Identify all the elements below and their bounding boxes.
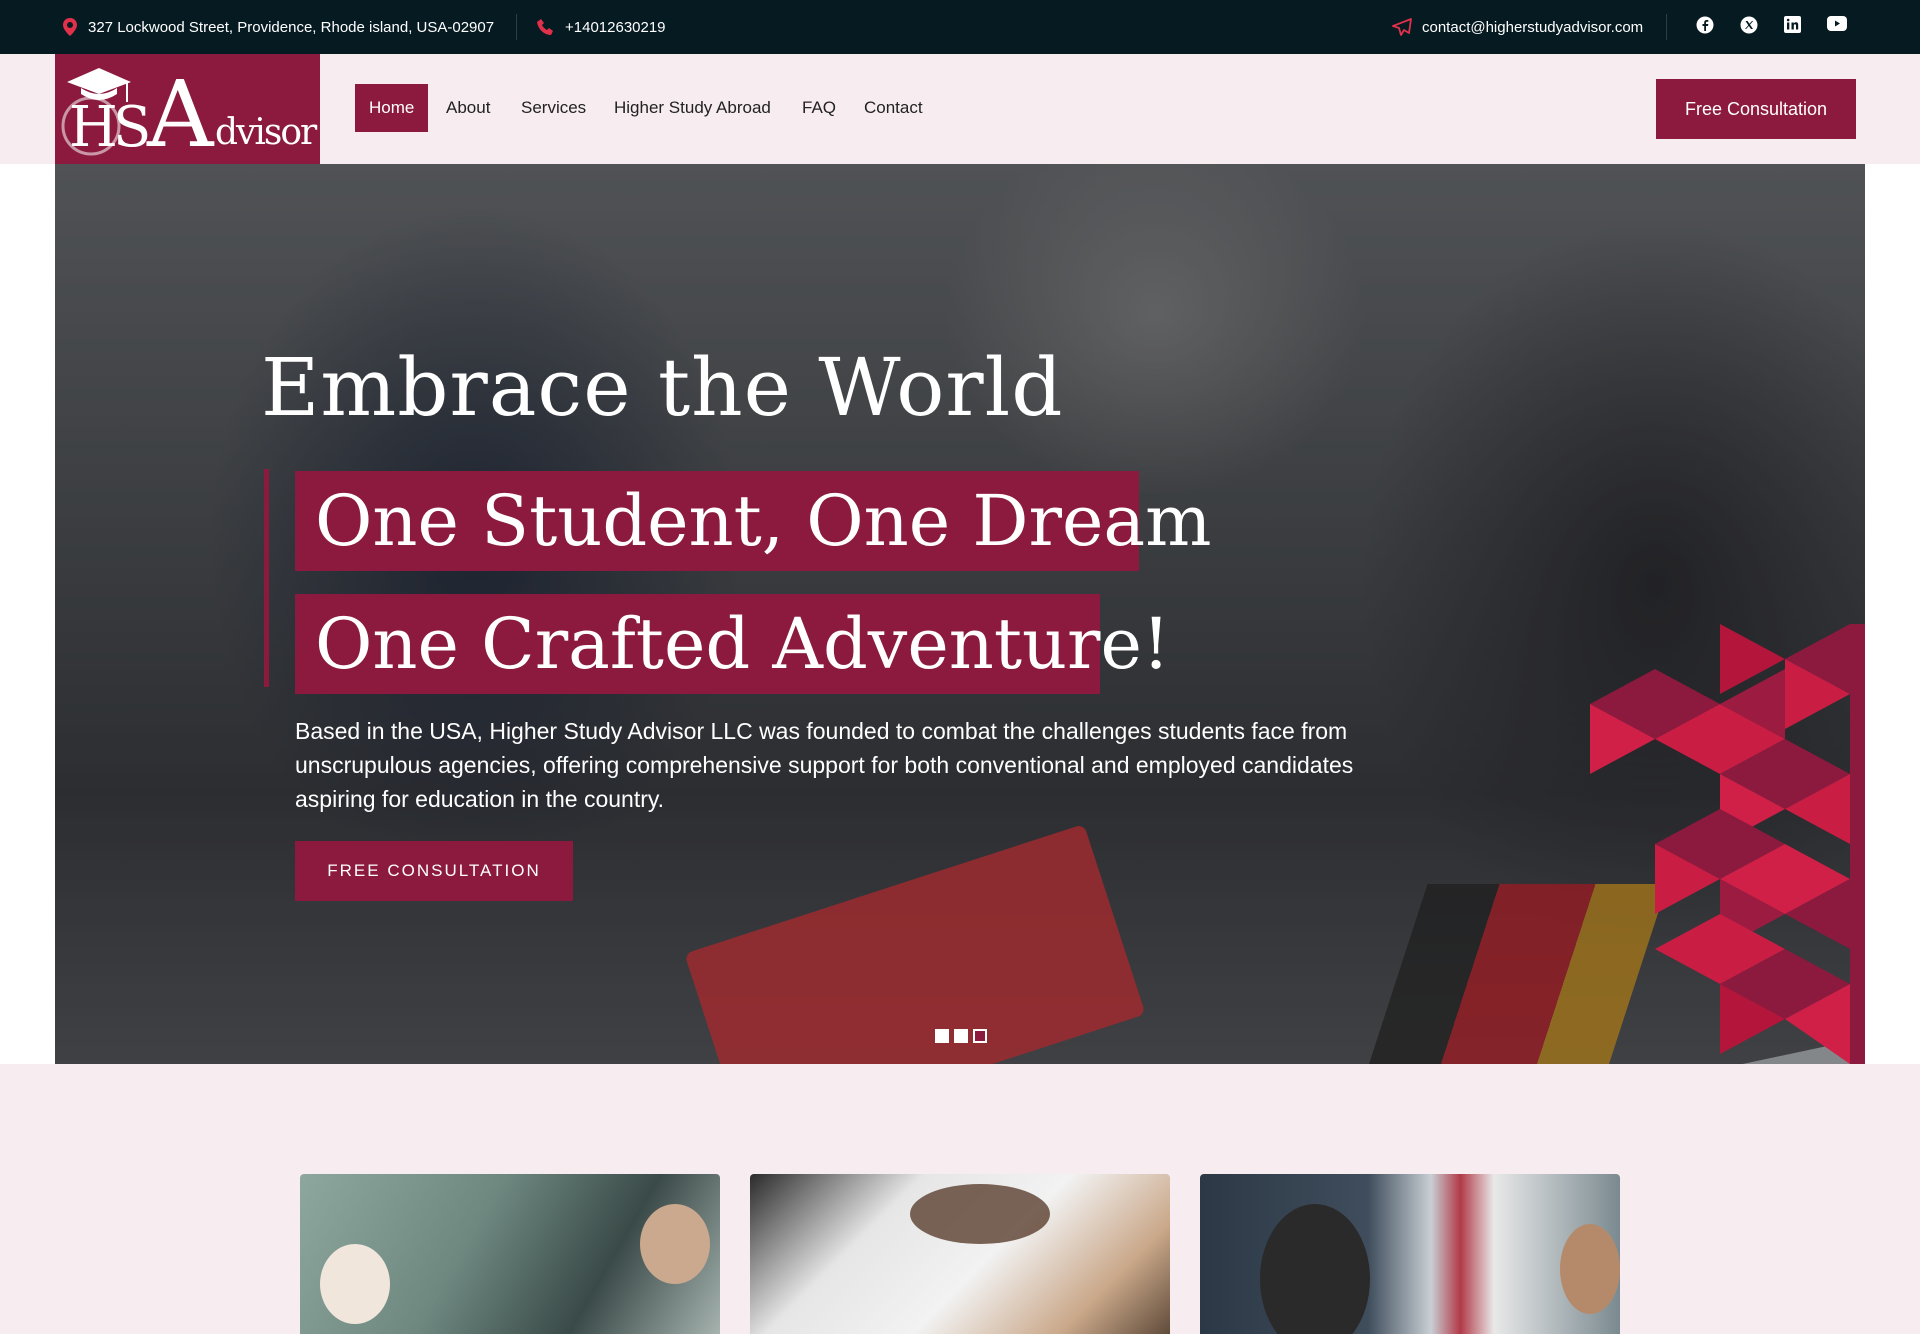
slider-dot-1[interactable] bbox=[935, 1029, 949, 1043]
address-text: 327 Lockwood Street, Providence, Rhode i… bbox=[88, 18, 495, 36]
photo-person bbox=[1560, 1224, 1620, 1314]
email-text: contact@higherstudyadvisor.com bbox=[1422, 18, 1644, 36]
hsadvisor-logo-icon: H S A dvisor bbox=[61, 61, 320, 168]
email-item[interactable]: contact@higherstudyadvisor.com bbox=[1392, 0, 1643, 54]
nav-faq[interactable]: FAQ bbox=[788, 84, 850, 132]
nav-services[interactable]: Services bbox=[507, 84, 600, 132]
hero-headline-1: One Student, One Dream bbox=[295, 471, 1212, 571]
phone-icon bbox=[537, 18, 555, 36]
phone-text: +14012630219 bbox=[565, 18, 666, 36]
svg-text:A: A bbox=[146, 61, 215, 164]
x-icon[interactable] bbox=[1740, 16, 1762, 38]
phone-item[interactable]: +14012630219 bbox=[537, 0, 666, 54]
linkedin-icon[interactable] bbox=[1784, 16, 1806, 38]
svg-text:dvisor: dvisor bbox=[215, 112, 318, 153]
hero-title: Embrace the World bbox=[261, 341, 1064, 434]
hero-slider: Embrace the World One Student, One Dream… bbox=[55, 164, 1865, 1064]
youtube-icon[interactable] bbox=[1827, 16, 1849, 38]
top-bar: 327 Lockwood Street, Providence, Rhode i… bbox=[0, 0, 1920, 54]
divider bbox=[516, 14, 517, 40]
hero-free-consultation-button[interactable]: FREE CONSULTATION bbox=[295, 841, 573, 901]
slider-dots bbox=[935, 1029, 987, 1043]
geometric-pattern-icon bbox=[1590, 624, 1865, 1064]
svg-text:H: H bbox=[69, 95, 118, 160]
hero-headline-2: One Crafted Adventure! bbox=[295, 594, 1170, 694]
hero-description: Based in the USA, Higher Study Advisor L… bbox=[295, 718, 1354, 812]
slider-dot-3[interactable] bbox=[973, 1029, 987, 1043]
page-bottom-edge bbox=[0, 1334, 1920, 1340]
service-card-image-3[interactable] bbox=[1200, 1174, 1620, 1340]
svg-text:S: S bbox=[113, 95, 151, 160]
location-pin-icon bbox=[62, 18, 78, 36]
photo-hand bbox=[910, 1184, 1050, 1244]
facebook-icon[interactable] bbox=[1696, 16, 1718, 38]
nav-contact[interactable]: Contact bbox=[850, 84, 937, 132]
nav-higher-study-abroad[interactable]: Higher Study Abroad bbox=[600, 84, 785, 132]
hero-accent-line bbox=[264, 469, 269, 687]
photo-person bbox=[1260, 1204, 1370, 1340]
address-item: 327 Lockwood Street, Providence, Rhode i… bbox=[62, 0, 494, 54]
nav-about[interactable]: About bbox=[432, 84, 504, 132]
service-card-image-2[interactable] bbox=[750, 1174, 1170, 1340]
slider-dot-2[interactable] bbox=[954, 1029, 968, 1043]
photo-person bbox=[640, 1204, 710, 1284]
paper-plane-icon bbox=[1392, 18, 1412, 36]
nav-home[interactable]: Home bbox=[355, 84, 429, 132]
logo[interactable]: H S A dvisor bbox=[55, 54, 320, 168]
photo-person bbox=[320, 1244, 390, 1324]
service-card-image-1[interactable] bbox=[300, 1174, 720, 1340]
divider bbox=[1666, 14, 1667, 40]
free-consultation-button[interactable]: Free Consultation bbox=[1656, 79, 1856, 139]
